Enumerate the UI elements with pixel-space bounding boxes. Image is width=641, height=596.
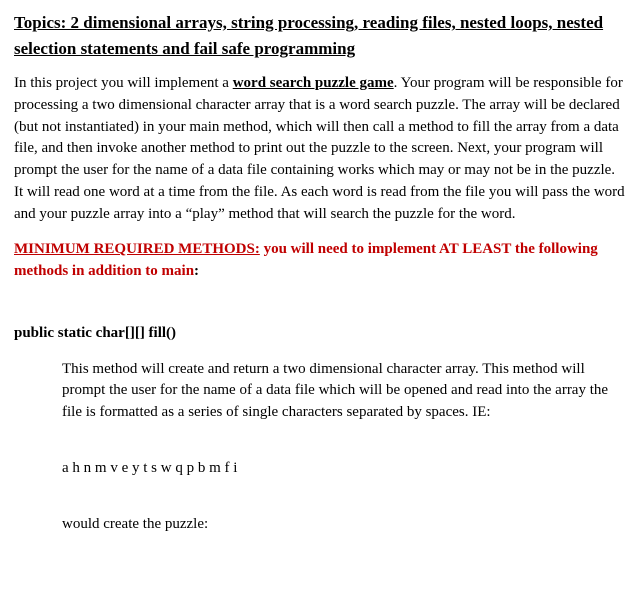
intro-bold-phrase: word search puzzle game — [233, 75, 394, 91]
method-fill-prelude: would create the puzzle: — [62, 514, 627, 536]
intro-text-after: . Your program will be responsible for p… — [14, 75, 625, 222]
method-fill-signature: public static char[][] fill() — [14, 323, 627, 345]
method-fill-example: a h n m v e y t s w q p b m f i — [62, 458, 627, 480]
req-colon: : — [194, 263, 199, 279]
method-fill-description: This method will create and return a two… — [62, 359, 627, 424]
req-label-underline: MINIMUM REQUIRED METHODS: — [14, 241, 260, 257]
intro-text-before: In this project you will implement a — [14, 75, 233, 91]
method-fill-body: This method will create and return a two… — [62, 359, 627, 536]
minimum-required-methods: MINIMUM REQUIRED METHODS: you will need … — [14, 239, 627, 283]
topics-heading: Topics: 2 dimensional arrays, string pro… — [14, 10, 627, 61]
intro-paragraph: In this project you will implement a wor… — [14, 73, 627, 225]
